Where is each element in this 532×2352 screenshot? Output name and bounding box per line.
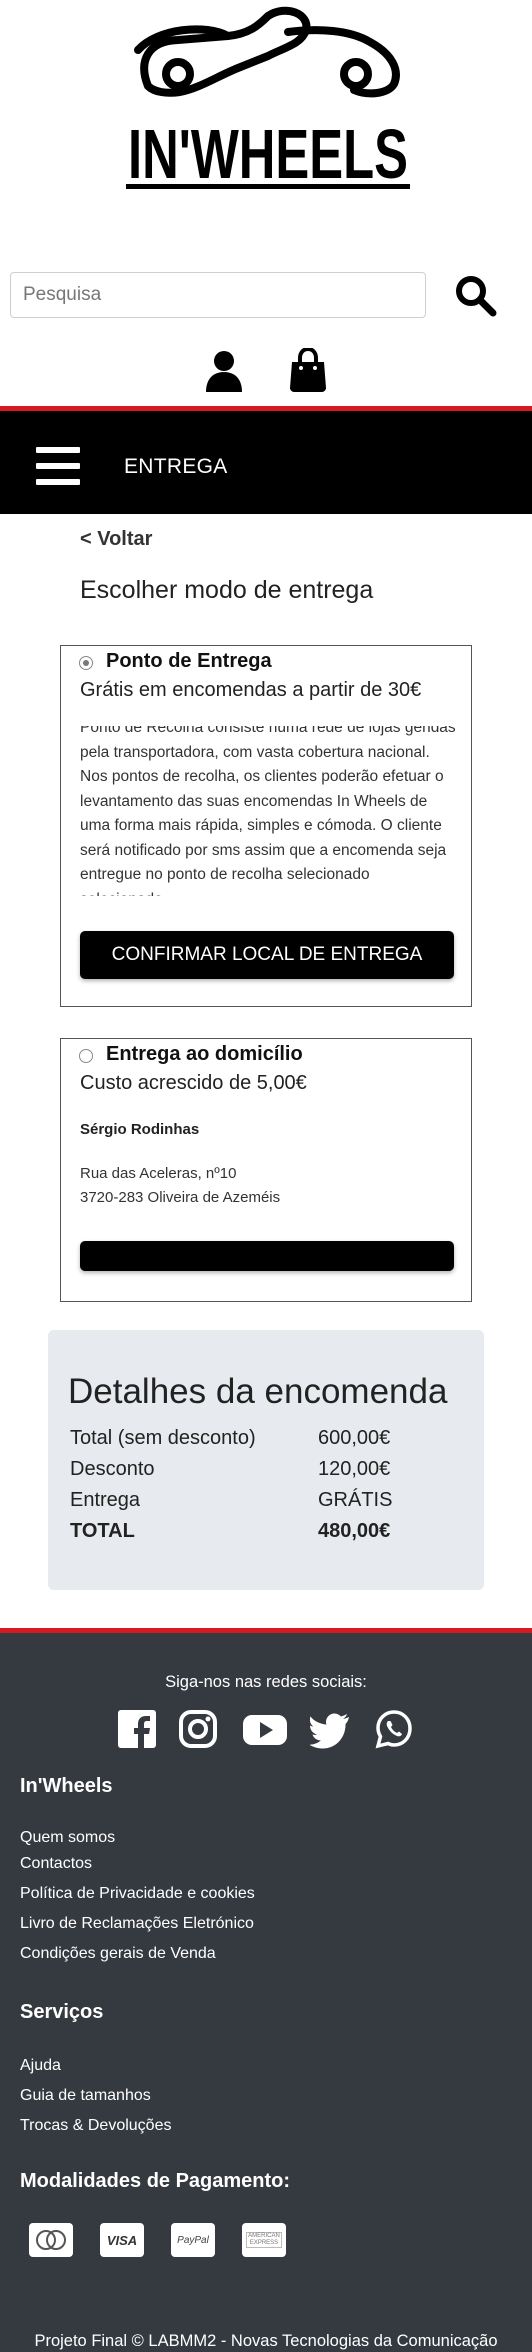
home-delivery-radio[interactable] — [79, 1049, 93, 1063]
visa-label: VISA — [106, 2232, 138, 2248]
summary-row-value: 120,00€ — [318, 1458, 391, 1480]
footer-link-privacy[interactable]: Política de Privacidade e cookies — [20, 1885, 255, 1903]
shopping-bag-icon[interactable] — [288, 346, 328, 392]
pickup-label: Ponto de Entrega — [106, 650, 272, 672]
footer-link-help[interactable]: Ajuda — [20, 2057, 61, 2075]
pickup-option-card: Ponto de Entrega Grátis em encomendas a … — [60, 645, 472, 1007]
paypal-icon: PayPal — [171, 2223, 215, 2257]
site-footer: Siga-nos nas redes sociais: In'Wheels Qu… — [0, 1628, 532, 2352]
hamburger-icon[interactable] — [36, 447, 80, 487]
back-link[interactable]: < Voltar — [80, 528, 152, 551]
visa-icon: VISA — [100, 2223, 144, 2257]
summary-total-label: TOTAL — [70, 1520, 135, 1542]
search-input[interactable] — [10, 272, 426, 318]
pickup-subtitle: Grátis em encomendas a partir de 30€ — [80, 679, 422, 701]
footer-link-complaints[interactable]: Livro de Reclamações Eletrónico — [20, 1915, 254, 1933]
confirm-pickup-button[interactable]: CONFIRMAR LOCAL DE ENTREGA — [80, 931, 454, 979]
amex-label: AMERICAN EXPRESS — [246, 2232, 282, 2248]
search-bar — [10, 272, 520, 322]
user-icon[interactable] — [204, 350, 244, 392]
summary-total-value: 480,00€ — [318, 1520, 391, 1542]
pickup-description-scroll[interactable]: Ponto de Recolha consiste numa rede de l… — [80, 726, 460, 896]
copyright-text: Projeto Final © LABMM2 - Novas Tecnologi… — [34, 2332, 498, 2350]
home-delivery-label: Entrega ao domicílio — [106, 1043, 303, 1065]
footer-brand-heading: In'Wheels — [20, 1775, 113, 1797]
whatsapp-icon[interactable] — [374, 1709, 414, 1749]
youtube-icon[interactable] — [242, 1709, 288, 1749]
page-title: Escolher modo de entrega — [80, 576, 374, 604]
summary-row-label: Entrega — [70, 1489, 141, 1511]
search-icon[interactable] — [454, 274, 498, 318]
footer-link-size-guide[interactable]: Guia de tamanhos — [20, 2087, 151, 2105]
logo-wordmark: IN'WHEELS — [128, 115, 408, 193]
facebook-icon[interactable] — [117, 1709, 157, 1749]
mastercard-icon — [29, 2223, 73, 2257]
section-title: ENTREGA — [124, 455, 228, 478]
footer-services-heading: Serviços — [20, 2001, 104, 2023]
follow-us-text: Siga-nos nas redes sociais: — [165, 1673, 367, 1691]
summary-row-label: Desconto — [70, 1458, 155, 1480]
pickup-description: Ponto de Recolha consiste numa rede de l… — [80, 726, 456, 896]
footer-link-contacts[interactable]: Contactos — [20, 1855, 92, 1873]
footer-link-about[interactable]: Quem somos — [20, 1829, 115, 1847]
twitter-icon[interactable] — [309, 1709, 350, 1749]
footer-payment-heading: Modalidades de Pagamento: — [20, 2170, 291, 2192]
amex-icon: AMERICAN EXPRESS — [242, 2223, 286, 2257]
confirm-home-delivery-button[interactable] — [80, 1241, 454, 1271]
address-line-2: 3720-283 Oliveira de Azeméis — [80, 1189, 281, 1206]
home-delivery-subtitle: Custo acrescido de 5,00€ — [80, 1072, 307, 1094]
pickup-radio[interactable] — [79, 656, 93, 670]
section-header-bar: ENTREGA — [0, 406, 532, 514]
home-delivery-option-card: Entrega ao domicílio Custo acrescido de … — [60, 1038, 472, 1302]
address-line-1: Rua das Aceleras, nº10 — [80, 1165, 237, 1182]
summary-title: Detalhes da encomenda — [68, 1372, 448, 1411]
paypal-label: PayPal — [177, 2234, 209, 2246]
summary-row-label: Total (sem desconto) — [70, 1427, 256, 1449]
instagram-icon[interactable] — [178, 1709, 218, 1749]
order-summary: Detalhes da encomenda Total (sem descont… — [48, 1330, 484, 1590]
summary-row-value: 600,00€ — [318, 1427, 391, 1449]
footer-link-terms[interactable]: Condições gerais de Venda — [20, 1945, 216, 1963]
inwheels-logo[interactable]: IN'WHEELS — [118, 6, 418, 196]
summary-row-value: GRÁTIS — [318, 1489, 393, 1511]
recipient-name: Sérgio Rodinhas — [80, 1121, 200, 1138]
footer-link-returns[interactable]: Trocas & Devoluções — [20, 2117, 171, 2135]
